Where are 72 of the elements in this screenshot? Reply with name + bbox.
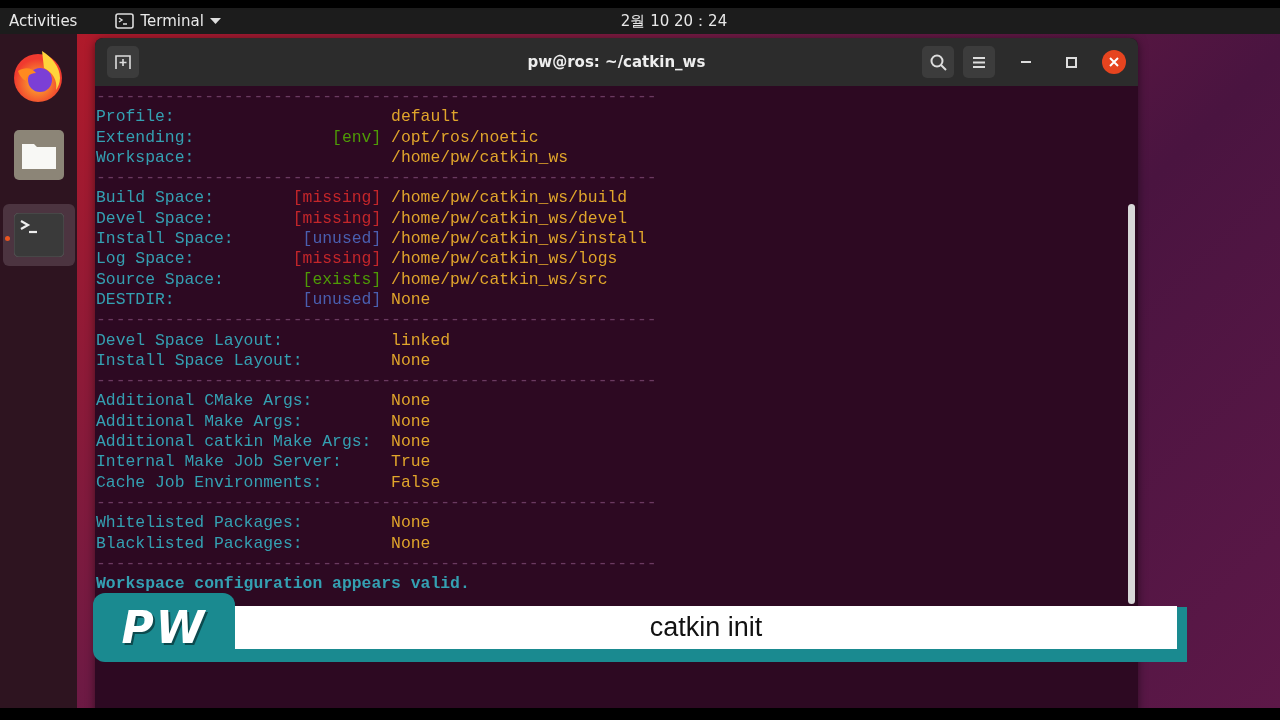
folder-icon[interactable] [13, 130, 64, 180]
channel-badge: PW [93, 593, 235, 662]
app-menu[interactable]: Terminal [140, 12, 204, 30]
setting-label: Workspace: [96, 147, 195, 169]
status-tag: [missing] [292, 208, 382, 230]
setting-value: /home/pw/catkin_ws/install [391, 229, 647, 250]
status-tag: [missing] [292, 188, 382, 209]
new-tab-button[interactable] [107, 46, 139, 78]
separator-line: --------------------------------------------------------- [96, 310, 657, 331]
setting-value: /opt/ros/noetic [391, 127, 539, 148]
setting-label: Source Space: [96, 269, 224, 290]
setting-value: /home/pw/catkin_ws/logs [391, 249, 618, 270]
setting-label: Blacklisted Packages: [96, 533, 303, 554]
running-indicator [4, 236, 10, 241]
minimize-icon [1021, 60, 1031, 64]
separator-line: --------------------------------------------------------- [96, 553, 657, 575]
setting-value: /home/pw/catkin_ws/src [391, 269, 608, 290]
setting-label: Additional Make Args: [96, 411, 303, 433]
setting-label: Devel Space: [96, 208, 215, 230]
status-tag: [unused] [302, 229, 382, 250]
setting-label: Additional catkin Make Args: [96, 432, 372, 453]
maximize-icon [1065, 56, 1077, 68]
setting-value: None [391, 533, 431, 554]
setting-label: Log Space: [96, 249, 195, 270]
close-button[interactable] [1102, 50, 1126, 74]
setting-value: None [391, 513, 431, 534]
setting-label: Install Space: [96, 229, 234, 250]
status-tag: [missing] [292, 249, 382, 270]
setting-value: False [391, 472, 441, 493]
caret-icon [209, 17, 221, 25]
setting-label: Whitelisted Packages: [96, 513, 303, 534]
separator-line: --------------------------------------------------------- [96, 168, 657, 189]
status-message: Workspace configuration appears valid. [96, 574, 470, 595]
setting-label: Additional CMake Args: [96, 391, 313, 412]
setting-value: linked [391, 330, 451, 351]
setting-label: Build Space: [96, 188, 215, 209]
status-tag: [unused] [302, 289, 382, 311]
separator-line: --------------------------------------------------------- [96, 87, 657, 108]
clock[interactable]: 2월 10 20：24 [620, 12, 728, 31]
menu-icon [972, 55, 986, 69]
setting-value: default [391, 107, 460, 128]
activities-button[interactable]: Activities [9, 12, 78, 30]
setting-value: /home/pw/catkin_ws/devel [391, 208, 628, 230]
separator-line: --------------------------------------------------------- [96, 371, 657, 392]
setting-value: None [391, 411, 431, 433]
menu-button[interactable] [963, 46, 995, 78]
separator-line: --------------------------------------------------------- [96, 492, 657, 514]
setting-value: None [391, 391, 431, 412]
setting-value: None [391, 432, 431, 453]
search-button[interactable] [922, 46, 954, 78]
status-tag: [env] [332, 127, 382, 148]
caption-text: catkin init [235, 606, 1177, 649]
setting-value: True [391, 452, 431, 473]
setting-label: Devel Space Layout: [96, 330, 283, 351]
setting-value: /home/pw/catkin_ws [391, 147, 569, 169]
setting-label: Install Space Layout: [96, 350, 303, 372]
close-icon [1109, 57, 1119, 67]
setting-value: None [391, 289, 431, 311]
setting-value: None [391, 350, 431, 372]
setting-label: DESTDIR: [96, 289, 175, 311]
setting-label: Profile: [96, 107, 175, 128]
setting-label: Internal Make Job Server: [96, 452, 342, 473]
plus-icon [114, 54, 132, 70]
search-icon [929, 53, 947, 71]
setting-label: Cache Job Environments: [96, 472, 323, 493]
setting-label: Extending: [96, 127, 195, 148]
scrollbar[interactable] [1128, 204, 1135, 604]
terminal-icon[interactable] [13, 213, 64, 257]
window-title: pw@ros: ~/catkin_ws [527, 53, 706, 71]
setting-value: /home/pw/catkin_ws/build [391, 188, 628, 209]
status-tag: [exists] [302, 269, 382, 290]
terminal-icon [115, 13, 135, 29]
